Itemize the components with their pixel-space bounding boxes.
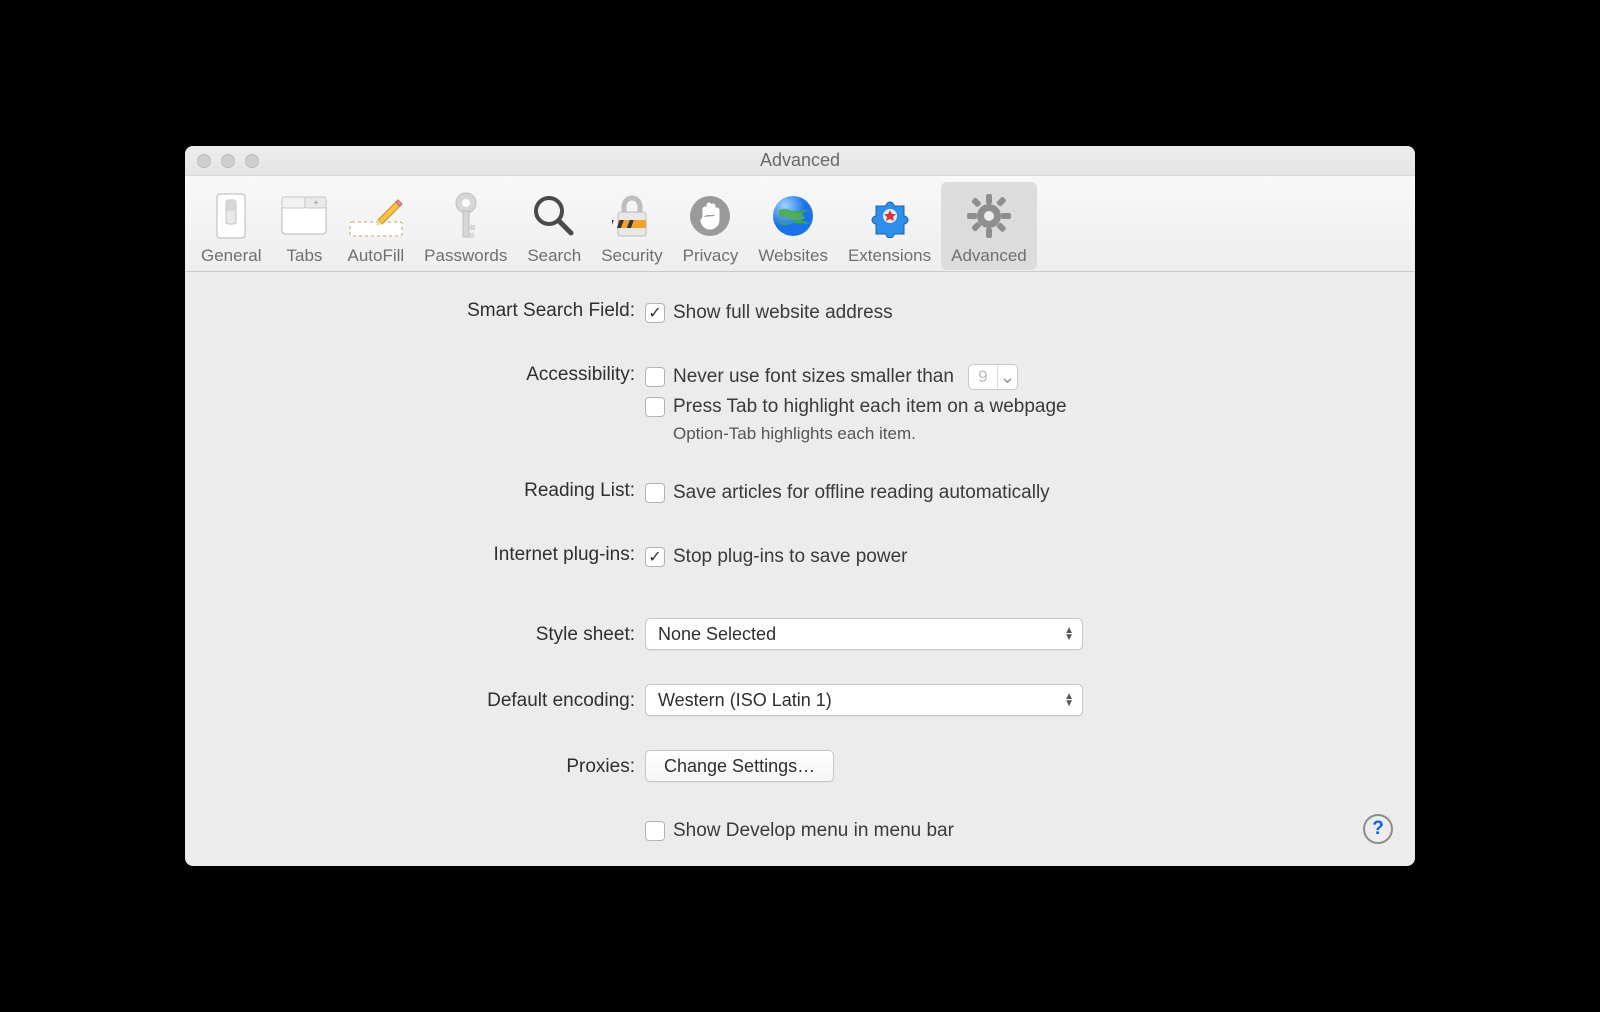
press-tab-label: Press Tab to highlight each item on a we… xyxy=(673,396,1067,418)
svg-text:+: + xyxy=(314,198,319,207)
smart-search-label: Smart Search Field: xyxy=(205,298,645,322)
option-tab-note: Option-Tab highlights each item. xyxy=(673,424,1395,444)
change-settings-button[interactable]: Change Settings… xyxy=(645,750,834,782)
stylesheet-popup[interactable]: None Selected ▲▼ xyxy=(645,618,1083,650)
gear-icon xyxy=(966,188,1012,244)
encoding-popup[interactable]: Western (ISO Latin 1) ▲▼ xyxy=(645,684,1083,716)
show-develop-label: Show Develop menu in menu bar xyxy=(673,820,954,842)
stop-plugins-label: Stop plug-ins to save power xyxy=(673,546,907,568)
titlebar: Advanced xyxy=(185,146,1415,176)
tab-extensions[interactable]: Extensions xyxy=(838,182,941,270)
save-offline-checkbox[interactable] xyxy=(645,483,665,503)
tabs-icon: + xyxy=(281,188,327,244)
content-pane: Smart Search Field: ✓ Show full website … xyxy=(185,272,1415,846)
hand-icon xyxy=(689,188,731,244)
tab-passwords[interactable]: Passwords xyxy=(414,182,517,270)
lock-icon xyxy=(612,188,652,244)
encoding-value: Western (ISO Latin 1) xyxy=(658,690,832,711)
minimize-dot[interactable] xyxy=(221,154,235,168)
preferences-window: Advanced General + Tabs AutoFill xyxy=(185,146,1415,866)
show-full-address-checkbox[interactable]: ✓ xyxy=(645,303,665,323)
chevron-down-icon: ⌄ xyxy=(997,365,1017,389)
stylesheet-value: None Selected xyxy=(658,624,776,645)
updown-icon: ▲▼ xyxy=(1064,627,1074,641)
key-icon xyxy=(446,188,486,244)
window-controls xyxy=(197,154,259,168)
globe-icon xyxy=(771,188,815,244)
tab-privacy[interactable]: Privacy xyxy=(673,182,749,270)
proxies-label: Proxies: xyxy=(205,750,645,778)
never-smaller-checkbox[interactable] xyxy=(645,367,665,387)
show-develop-checkbox[interactable] xyxy=(645,821,665,841)
tab-search[interactable]: Search xyxy=(517,182,591,270)
press-tab-checkbox[interactable] xyxy=(645,397,665,417)
search-icon xyxy=(531,188,577,244)
toolbar: General + Tabs AutoFill Passwords xyxy=(185,176,1415,272)
tab-general[interactable]: General xyxy=(191,182,271,270)
tab-security[interactable]: Security xyxy=(591,182,672,270)
stop-plugins-checkbox[interactable]: ✓ xyxy=(645,547,665,567)
close-dot[interactable] xyxy=(197,154,211,168)
plugins-label: Internet plug-ins: xyxy=(205,542,645,566)
puzzle-icon xyxy=(868,188,912,244)
tab-advanced[interactable]: Advanced xyxy=(941,182,1037,270)
help-button[interactable]: ? xyxy=(1363,814,1393,844)
font-size-stepper[interactable]: 9 ⌄ xyxy=(968,364,1018,390)
accessibility-label: Accessibility: xyxy=(205,362,645,386)
show-full-address-label: Show full website address xyxy=(673,302,893,324)
encoding-label: Default encoding: xyxy=(205,684,645,712)
zoom-dot[interactable] xyxy=(245,154,259,168)
save-offline-label: Save articles for offline reading automa… xyxy=(673,482,1050,504)
tab-websites[interactable]: Websites xyxy=(748,182,838,270)
general-icon xyxy=(213,188,249,244)
tab-autofill[interactable]: AutoFill xyxy=(337,182,414,270)
updown-icon: ▲▼ xyxy=(1064,693,1074,707)
stylesheet-label: Style sheet: xyxy=(205,618,645,646)
never-smaller-label: Never use font sizes smaller than xyxy=(673,366,954,388)
tab-tabs[interactable]: + Tabs xyxy=(271,182,337,270)
autofill-icon xyxy=(348,188,404,244)
reading-list-label: Reading List: xyxy=(205,478,645,502)
window-title: Advanced xyxy=(185,150,1415,171)
